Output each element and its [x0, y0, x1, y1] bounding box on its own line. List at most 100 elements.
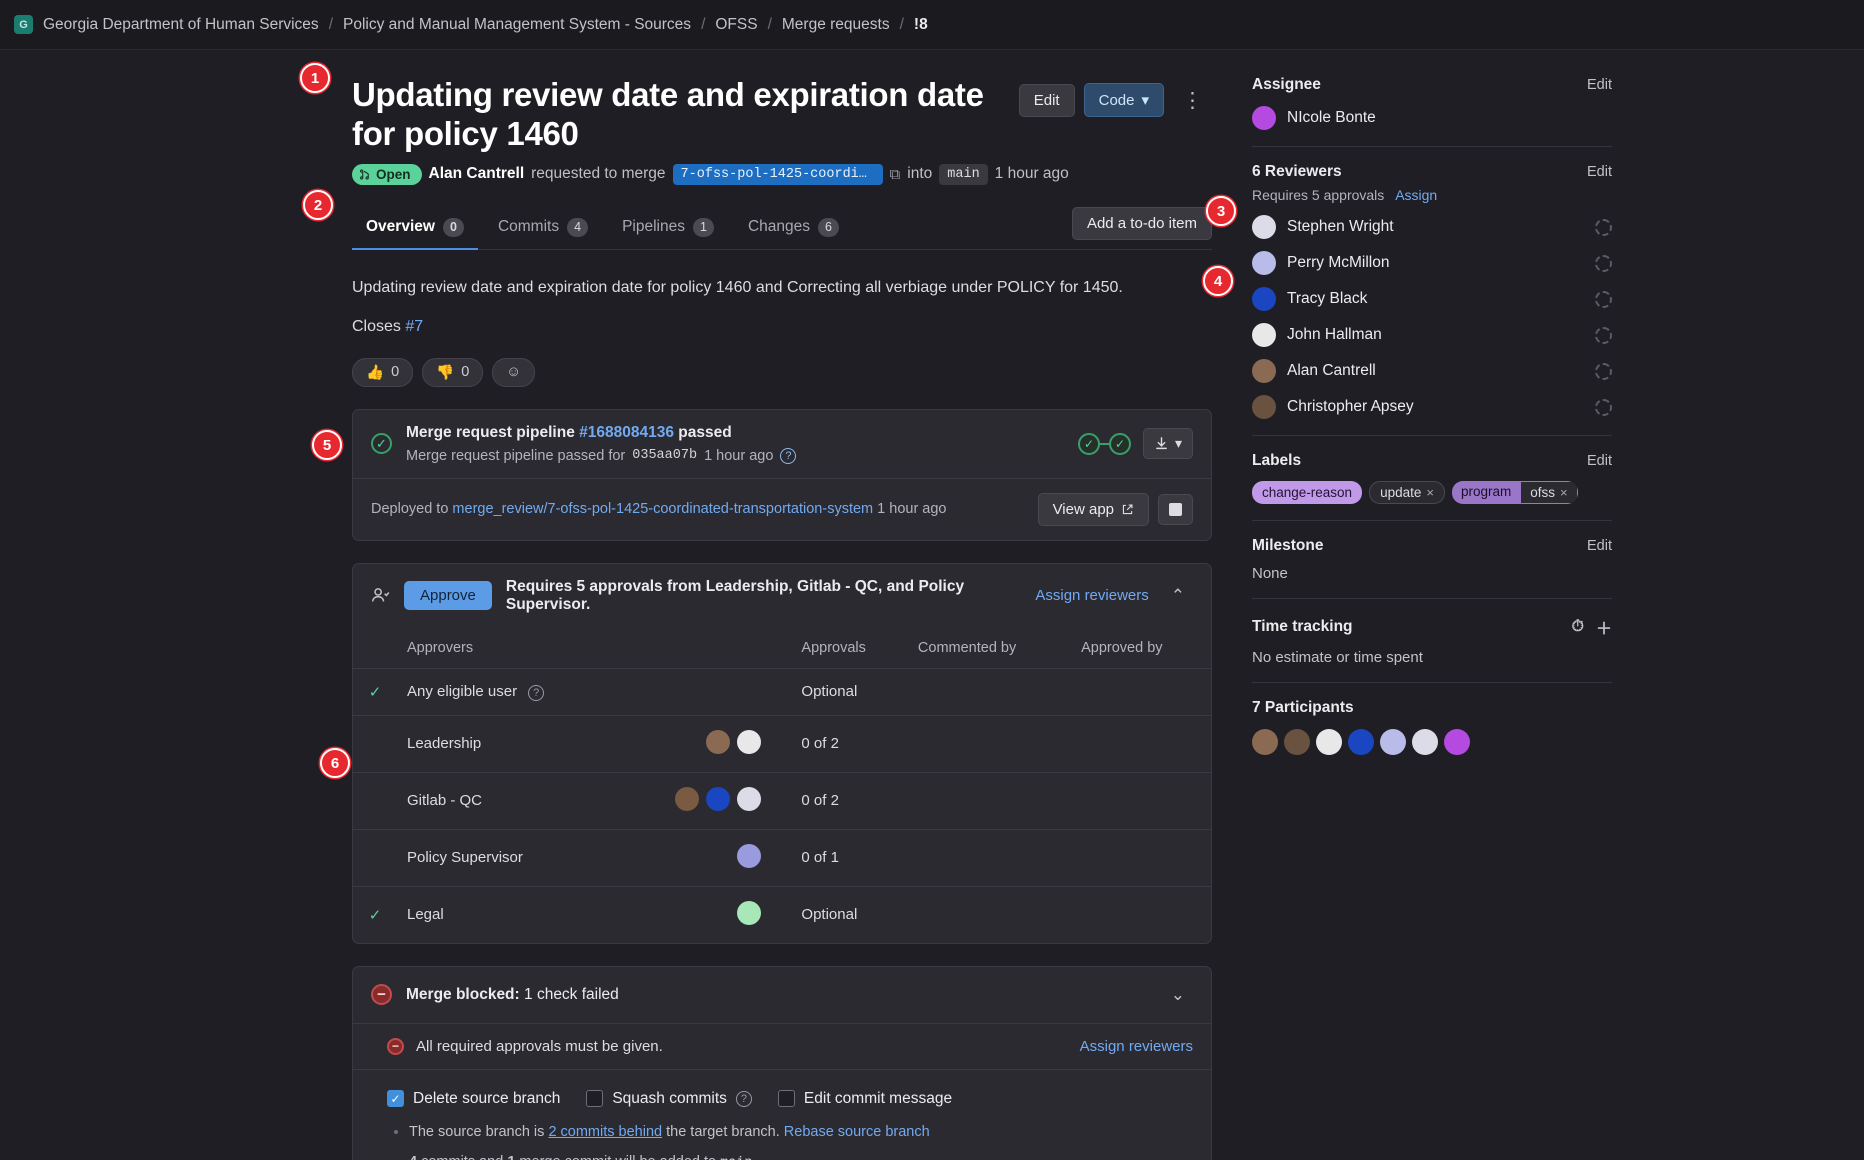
- delete-source-branch-option[interactable]: ✓ Delete source branch: [387, 1090, 560, 1108]
- milestone-value: None: [1252, 565, 1288, 582]
- squash-commits-option[interactable]: Squash commits ?: [586, 1090, 752, 1108]
- avatar[interactable]: [1252, 395, 1276, 419]
- approve-button[interactable]: Approve: [404, 581, 492, 611]
- avatar[interactable]: [1252, 323, 1276, 347]
- list-item[interactable]: Perry McMillon: [1252, 251, 1612, 275]
- avatar[interactable]: [1252, 215, 1276, 239]
- help-icon[interactable]: ?: [528, 684, 545, 701]
- checkbox-icon[interactable]: [586, 1090, 604, 1108]
- list-item[interactable]: Tracy Black: [1252, 287, 1612, 311]
- avatar[interactable]: [737, 900, 762, 925]
- expand-merge-blocked-icon[interactable]: ⌄: [1163, 981, 1193, 1009]
- avatar[interactable]: [1252, 106, 1276, 130]
- target-branch-chip[interactable]: main: [939, 163, 988, 185]
- commit-count: 4: [409, 1154, 417, 1160]
- avatar[interactable]: [1284, 729, 1310, 755]
- edit-commit-message-option[interactable]: Edit commit message: [777, 1090, 952, 1108]
- pipeline-id-link[interactable]: #1688084136: [579, 424, 674, 441]
- breadcrumb-item-org[interactable]: Georgia Department of Human Services: [43, 16, 319, 34]
- collapse-approvals-icon[interactable]: ⌃: [1163, 582, 1193, 610]
- list-item[interactable]: Stephen Wright: [1252, 215, 1612, 239]
- avatar[interactable]: [706, 786, 731, 811]
- label-chip-update[interactable]: update ×: [1369, 481, 1445, 504]
- breadcrumb-item-merge-requests[interactable]: Merge requests: [782, 16, 890, 34]
- avatar[interactable]: [1348, 729, 1374, 755]
- milestone-edit-button[interactable]: Edit: [1587, 538, 1612, 554]
- stop-environment-button[interactable]: [1158, 493, 1193, 525]
- edit-button[interactable]: Edit: [1018, 83, 1075, 117]
- code-button[interactable]: Code ▾: [1083, 83, 1164, 117]
- approvals-count: Optional: [801, 906, 858, 924]
- kebab-menu-icon[interactable]: ⋮: [1173, 86, 1212, 115]
- breadcrumb-item-group[interactable]: Policy and Manual Management System - So…: [343, 16, 691, 34]
- help-icon[interactable]: ?: [780, 447, 797, 464]
- tab-changes[interactable]: Changes 6: [734, 209, 853, 250]
- pipeline-commit-sha[interactable]: 035aa07b: [632, 448, 697, 463]
- stopwatch-icon[interactable]: ⏱: [1572, 618, 1584, 636]
- avatar[interactable]: [1252, 287, 1276, 311]
- deployment-row: Deployed to merge_review/7-ofss-pol-1425…: [353, 477, 1211, 540]
- reviewers-section: 6 Reviewers Edit Requires 5 approvals As…: [1252, 163, 1612, 436]
- labels-title: Labels: [1252, 452, 1302, 469]
- list-item[interactable]: Christopher Apsey: [1252, 395, 1612, 419]
- checkbox-icon[interactable]: ✓: [387, 1090, 404, 1108]
- label-chip-change-reason[interactable]: change-reason: [1252, 481, 1363, 504]
- environment-link[interactable]: merge_review/7-ofss-pol-1425-coordinated…: [452, 501, 873, 517]
- assignee-row[interactable]: NIcole Bonte: [1252, 106, 1612, 130]
- rebase-source-branch-link[interactable]: Rebase source branch: [784, 1124, 930, 1140]
- download-artifacts-button[interactable]: ▾: [1142, 428, 1193, 460]
- avatar[interactable]: [1412, 729, 1438, 755]
- thumbsup-reaction[interactable]: 👍 0: [352, 357, 414, 387]
- close-icon[interactable]: ×: [1560, 485, 1568, 500]
- copy-branch-icon[interactable]: ⧉: [890, 166, 901, 183]
- assignee-edit-button[interactable]: Edit: [1587, 77, 1612, 93]
- list-item[interactable]: Alan Cantrell: [1252, 359, 1612, 383]
- avatar[interactable]: [737, 729, 762, 754]
- merge-request-sidebar: Assignee Edit NIcole Bonte 6 Reviewers E…: [1240, 76, 1640, 1160]
- thumbsdown-reaction[interactable]: 👎 0: [422, 357, 484, 387]
- avatar[interactable]: [675, 786, 700, 811]
- assign-reviewer-link[interactable]: Assign: [1395, 187, 1437, 203]
- list-item[interactable]: John Hallman: [1252, 323, 1612, 347]
- checkbox-icon[interactable]: [777, 1090, 795, 1108]
- pipeline-stage-passed-icon[interactable]: ✓: [1108, 432, 1131, 455]
- tab-pipelines[interactable]: Pipelines 1: [608, 209, 728, 250]
- table-row: Policy Supervisor 0 of 1: [353, 829, 1211, 887]
- blocked-icon: −: [387, 1037, 404, 1055]
- closes-issue-link[interactable]: #7: [405, 318, 423, 335]
- avatar[interactable]: [706, 729, 731, 754]
- breadcrumb-item-current[interactable]: !8: [914, 16, 928, 34]
- avatar[interactable]: [737, 786, 762, 811]
- avatar[interactable]: [1380, 729, 1406, 755]
- approvers-table-body: ✓ Any eligible user ? Optional Leadershi…: [353, 668, 1211, 943]
- add-todo-button[interactable]: Add a to-do item: [1071, 206, 1212, 240]
- view-app-button[interactable]: View app: [1037, 492, 1149, 526]
- review-pending-icon: [1595, 362, 1612, 380]
- pipeline-subtitle: Merge request pipeline passed for 035aa0…: [406, 447, 1078, 464]
- tab-overview[interactable]: Overview 0: [352, 209, 478, 250]
- assign-reviewers-link[interactable]: Assign reviewers: [1080, 1038, 1193, 1055]
- avatar[interactable]: [1252, 359, 1276, 383]
- plus-icon[interactable]: ＋: [1596, 615, 1612, 639]
- reviewers-edit-button[interactable]: Edit: [1587, 164, 1612, 180]
- breadcrumb-item-project[interactable]: OFSS: [715, 16, 757, 34]
- avatar[interactable]: [1252, 251, 1276, 275]
- tab-pipelines-count: 1: [692, 217, 714, 237]
- help-icon[interactable]: ?: [735, 1090, 752, 1107]
- download-icon: [1156, 437, 1167, 450]
- assign-reviewers-link[interactable]: Assign reviewers: [1035, 587, 1148, 604]
- commits-behind-link[interactable]: 2 commits behind: [548, 1124, 662, 1140]
- tab-commits[interactable]: Commits 4: [484, 209, 602, 250]
- label-chip-program-ofss[interactable]: program ofss ×: [1451, 481, 1578, 504]
- tab-overview-label: Overview: [366, 218, 435, 236]
- mr-author[interactable]: Alan Cantrell: [429, 165, 525, 183]
- avatar[interactable]: [737, 843, 762, 868]
- add-reaction-button[interactable]: ☺: [492, 357, 536, 387]
- source-branch-chip[interactable]: 7-ofss-pol-1425-coordinate…: [672, 163, 883, 185]
- labels-edit-button[interactable]: Edit: [1587, 453, 1612, 469]
- avatar[interactable]: [1316, 729, 1342, 755]
- pipeline-stage-passed-icon[interactable]: ✓: [1077, 432, 1100, 455]
- avatar[interactable]: [1252, 729, 1278, 755]
- avatar[interactable]: [1444, 729, 1470, 755]
- close-icon[interactable]: ×: [1426, 485, 1434, 500]
